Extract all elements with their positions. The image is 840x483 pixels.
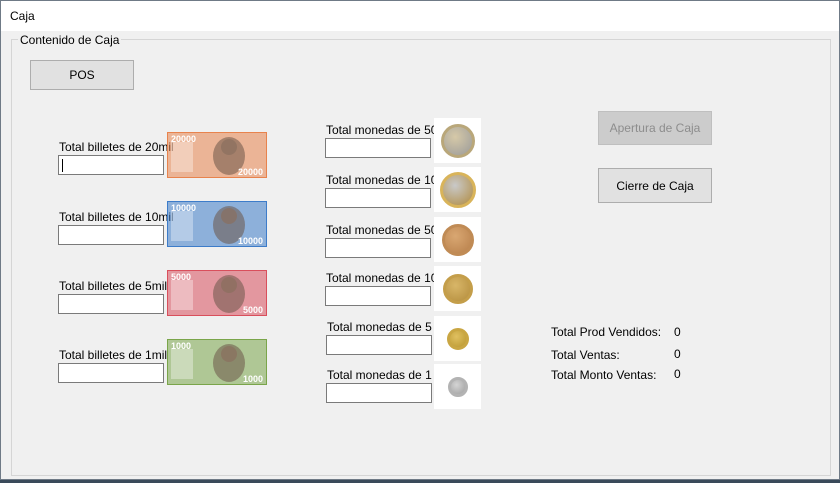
coin-5-image: [434, 316, 481, 361]
total-monto-ventas-label: Total Monto Ventas:: [551, 368, 657, 382]
coin-graphic: [447, 376, 468, 397]
bill-10mil-label: Total billetes de 10mil: [59, 210, 174, 224]
cierre-caja-button[interactable]: Cierre de Caja: [598, 168, 712, 203]
pos-button[interactable]: POS: [30, 60, 134, 90]
svg-text:20000: 20000: [238, 167, 263, 177]
coin-graphic: [441, 223, 474, 256]
coin-graphic: [440, 123, 475, 158]
svg-text:5000: 5000: [171, 272, 191, 282]
caja-window: Caja Contenido de Caja POS Apertura de C…: [0, 0, 840, 480]
svg-text:10000: 10000: [171, 203, 196, 213]
banknote-graphic: 20000 20000: [167, 132, 267, 178]
coin-1-image: [434, 364, 481, 409]
group-label: Contenido de Caja: [18, 33, 122, 47]
bill-5mil-input[interactable]: [58, 294, 164, 314]
coin-10-label: Total monedas de 10: [326, 271, 438, 285]
total-monto-ventas-value: 0: [674, 367, 681, 381]
coin-100-label: Total monedas de 100: [326, 173, 445, 187]
bill-10000-image: 10000 10000: [167, 201, 267, 247]
bill-20000-image: 20000 20000: [167, 132, 267, 178]
bill-5mil-label: Total billetes de 5mil: [59, 279, 168, 293]
bill-20mil-label: Total billetes de 20mil: [59, 140, 174, 154]
coin-50-image: [434, 217, 481, 262]
bill-20mil-input[interactable]: [58, 155, 164, 175]
text-caret: [62, 159, 63, 172]
coin-graphic: [446, 327, 469, 350]
total-prod-vendidos-label: Total Prod Vendidos:: [551, 325, 662, 339]
coin-10-image: [434, 266, 481, 311]
coin-10-input[interactable]: [325, 286, 431, 306]
total-prod-vendidos-value: 0: [674, 325, 681, 339]
bill-1mil-input[interactable]: [58, 363, 164, 383]
coin-1-label: Total monedas de 1: [327, 368, 432, 382]
banknote-graphic: 1000 1000: [167, 339, 267, 385]
svg-text:1000: 1000: [243, 374, 263, 384]
svg-text:10000: 10000: [238, 236, 263, 246]
coin-5-label: Total monedas de 5: [327, 320, 432, 334]
coin-50-input[interactable]: [325, 238, 431, 258]
coin-graphic: [442, 273, 473, 304]
coin-500-label: Total monedas de 500: [326, 123, 445, 137]
coin-1-input[interactable]: [326, 383, 432, 403]
banknote-graphic: 5000 5000: [167, 270, 267, 316]
bill-1mil-label: Total billetes de 1mil: [59, 348, 168, 362]
coin-50-label: Total monedas de 50: [326, 223, 438, 237]
total-ventas-label: Total Ventas:: [551, 348, 620, 362]
coin-100-image: [434, 167, 481, 212]
coin-100-input[interactable]: [325, 188, 431, 208]
apertura-caja-button[interactable]: Apertura de Caja: [598, 111, 712, 145]
banknote-graphic: 10000 10000: [167, 201, 267, 247]
coin-500-image: [434, 118, 481, 163]
bill-5000-image: 5000 5000: [167, 270, 267, 316]
total-ventas-value: 0: [674, 347, 681, 361]
coin-5-input[interactable]: [326, 335, 432, 355]
bill-10mil-input[interactable]: [58, 225, 164, 245]
coin-500-input[interactable]: [325, 138, 431, 158]
bill-1000-image: 1000 1000: [167, 339, 267, 385]
svg-text:20000: 20000: [171, 134, 196, 144]
window-title: Caja: [10, 9, 35, 23]
svg-text:5000: 5000: [243, 305, 263, 315]
svg-text:1000: 1000: [171, 341, 191, 351]
coin-graphic: [439, 171, 476, 208]
title-bar[interactable]: Caja: [1, 1, 839, 31]
